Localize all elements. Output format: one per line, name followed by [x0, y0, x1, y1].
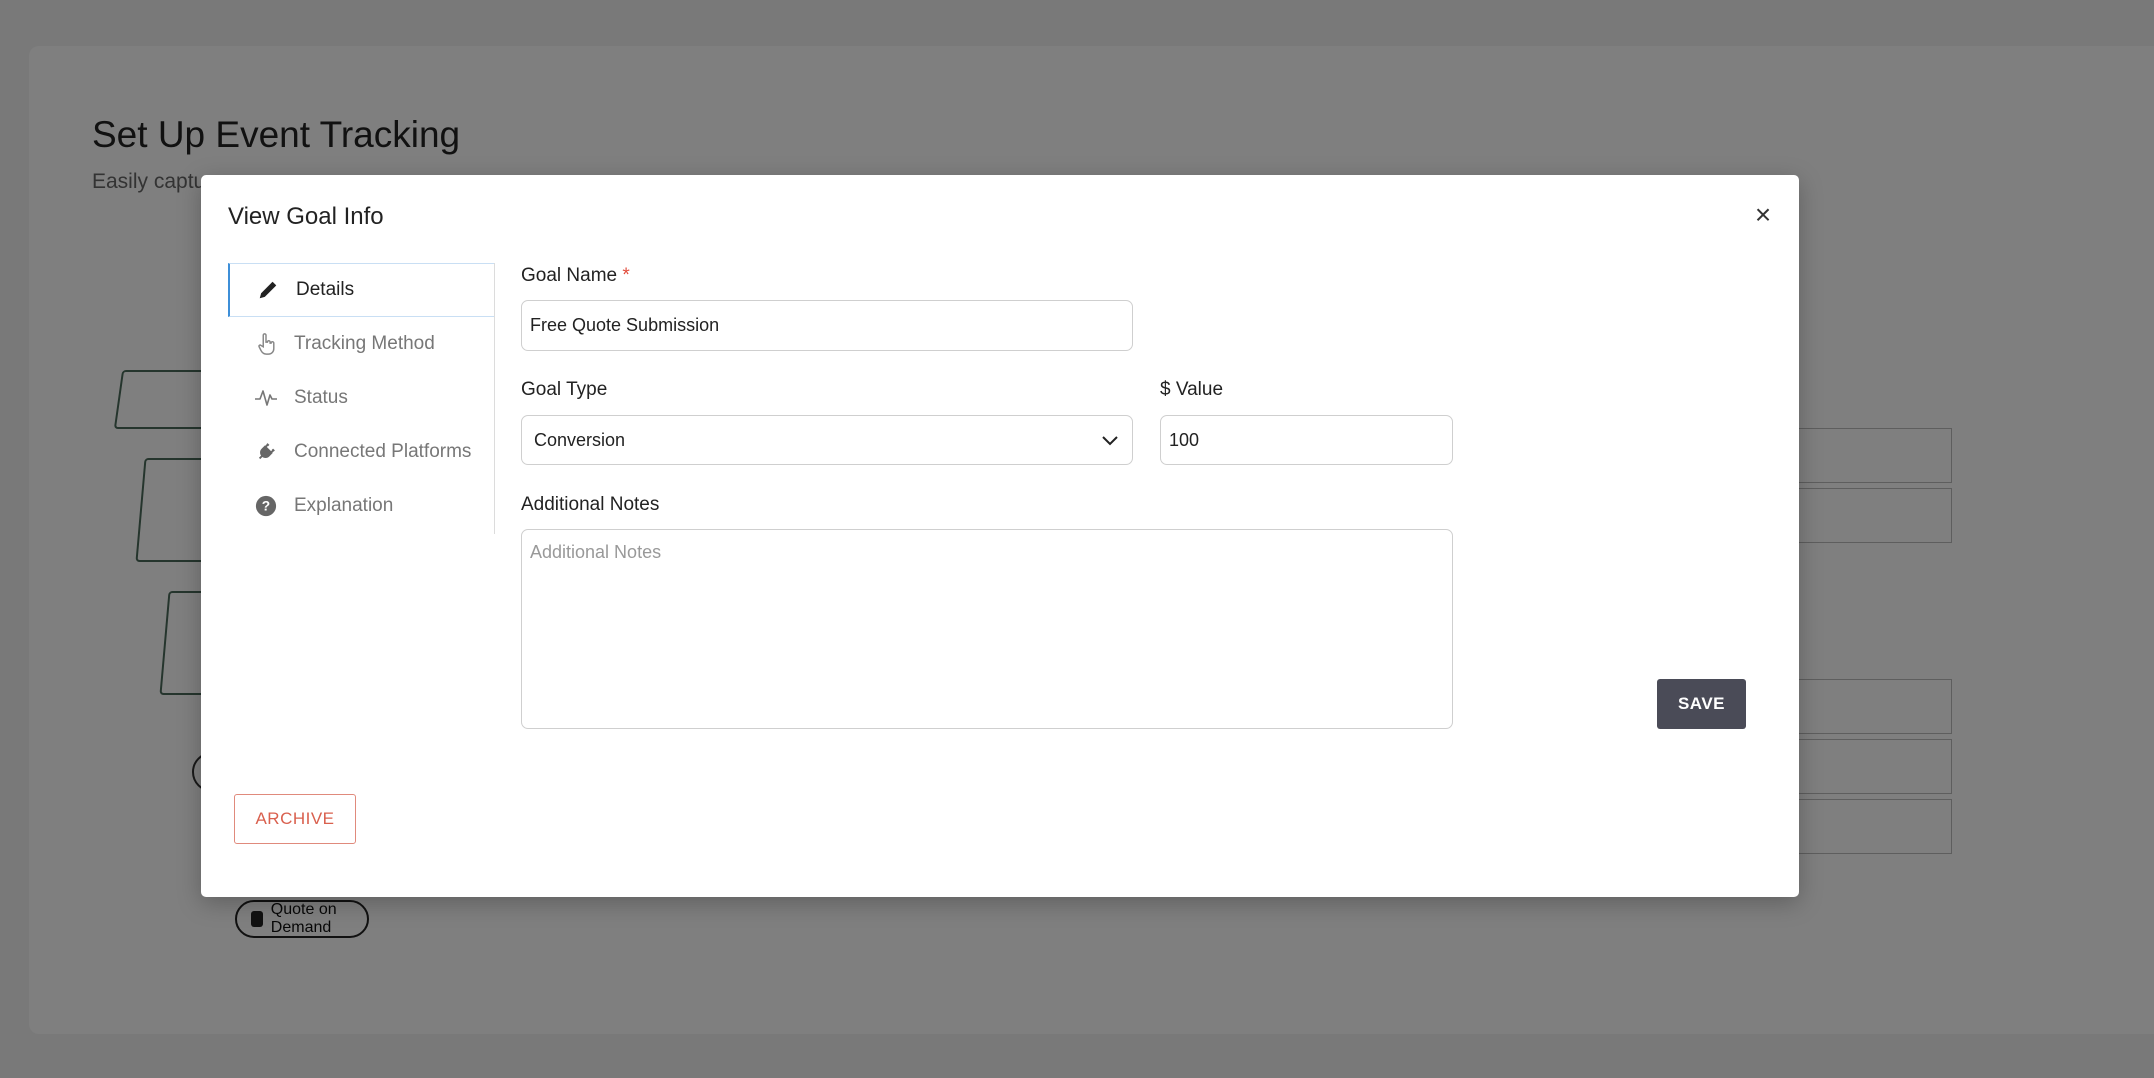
save-button[interactable]: SAVE: [1657, 679, 1746, 729]
nav-label: Status: [294, 387, 348, 408]
modal-title: View Goal Info: [228, 203, 384, 230]
notes-textarea[interactable]: [521, 529, 1453, 729]
goal-type-label: Goal Type: [521, 379, 608, 400]
archive-button[interactable]: ARCHIVE: [234, 794, 356, 844]
nav-item-tracking-method[interactable]: Tracking Method: [228, 317, 494, 371]
value-label: $ Value: [1160, 379, 1224, 400]
nav-label: Explanation: [294, 495, 394, 516]
nav-item-connected-platforms[interactable]: Connected Platforms: [228, 425, 494, 479]
plug-icon: [254, 440, 278, 464]
goal-type-value: Conversion: [534, 429, 626, 450]
pencil-icon: [256, 278, 280, 302]
chevron-down-icon: [1100, 430, 1120, 455]
notes-label: Additional Notes: [521, 494, 660, 515]
value-input[interactable]: [1160, 415, 1453, 465]
nav-label: Connected Platforms: [294, 441, 472, 462]
goal-info-modal: View Goal Info × Details Tracking Method…: [201, 175, 1799, 897]
nav-label: Details: [296, 279, 355, 300]
close-button[interactable]: ×: [1749, 201, 1777, 229]
nav-item-details[interactable]: Details: [228, 263, 494, 317]
hand-pointer-icon: [254, 332, 278, 356]
goal-name-label: Goal Name *: [521, 265, 630, 287]
goal-name-input[interactable]: [521, 300, 1133, 351]
nav-label: Tracking Method: [294, 333, 435, 354]
nav-item-explanation[interactable]: ? Explanation: [228, 479, 494, 533]
pulse-icon: [254, 386, 278, 410]
goal-name-label-text: Goal Name: [521, 265, 618, 286]
question-circle-icon: ?: [254, 494, 278, 518]
modal-side-nav: Details Tracking Method Status Connected…: [228, 263, 495, 534]
svg-text:?: ?: [262, 499, 270, 514]
goal-type-select[interactable]: Conversion: [521, 415, 1133, 465]
nav-item-status[interactable]: Status: [228, 371, 494, 425]
required-mark: *: [622, 265, 630, 286]
